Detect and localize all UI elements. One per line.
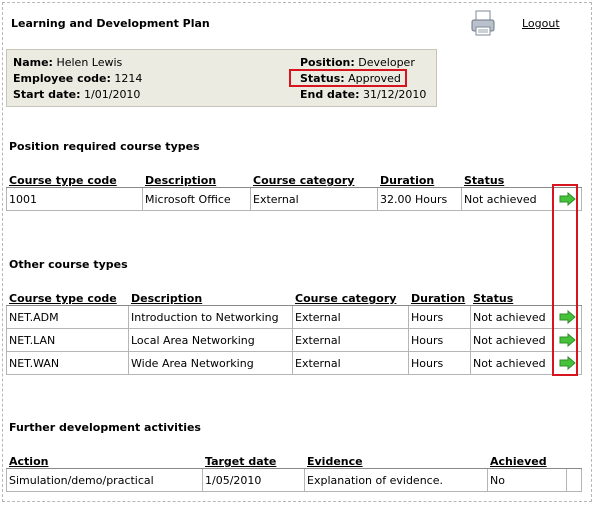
table-row: Simulation/demo/practical 1/05/2010 Expl… [6, 468, 582, 492]
column-header[interactable]: Course category [250, 164, 378, 188]
course-code-cell: 1001 [6, 187, 143, 211]
column-header[interactable]: Achieved [487, 445, 567, 469]
column-header-blank [566, 445, 582, 469]
course-code-cell: NET.LAN [6, 328, 129, 352]
table-row: NET.ADM Introduction to Networking Exter… [6, 305, 582, 329]
table-row: NET.WAN Wide Area Networking External Ho… [6, 351, 582, 375]
position-value: Developer [358, 56, 415, 69]
logout-link[interactable]: Logout [522, 17, 560, 30]
column-header[interactable]: Description [128, 282, 293, 306]
column-header[interactable]: Duration [377, 164, 462, 188]
table-header-row: Course type code Description Course cate… [6, 282, 582, 306]
table-header-row: Course type code Description Course cate… [6, 164, 582, 188]
employee-code-row: Employee code: 1214 [13, 72, 142, 85]
column-header[interactable]: Evidence [304, 445, 488, 469]
course-code-cell: NET.ADM [6, 305, 129, 329]
start-date-value: 1/01/2010 [84, 88, 141, 101]
name-value: Helen Lewis [56, 56, 123, 69]
duration-cell: Hours [408, 305, 471, 329]
evidence-cell: Explanation of evidence. [304, 468, 488, 492]
status-cell: Not achieved [470, 328, 553, 352]
category-cell: External [292, 328, 409, 352]
column-header[interactable]: Target date [202, 445, 305, 469]
achieved-cell: No [487, 468, 567, 492]
further-section-title: Further development activities [9, 421, 201, 434]
end-date-row: End date: 31/12/2010 [300, 88, 426, 101]
status-highlight [289, 69, 407, 87]
status-cell: Not achieved [470, 305, 553, 329]
table-header-row: Action Target date Evidence Achieved [6, 445, 582, 469]
category-cell: External [292, 305, 409, 329]
action-cell: Simulation/demo/practical [6, 468, 203, 492]
column-header[interactable]: Duration [408, 282, 471, 306]
start-date-row: Start date: 1/01/2010 [13, 88, 140, 101]
printer-icon[interactable] [470, 9, 496, 37]
course-code-cell: NET.WAN [6, 351, 129, 375]
column-header[interactable]: Action [6, 445, 203, 469]
category-cell: External [250, 187, 378, 211]
other-section-title: Other course types [9, 258, 128, 271]
required-courses-table: Course type code Description Course cate… [6, 164, 582, 211]
column-header[interactable]: Description [142, 164, 251, 188]
name-label: Name: [13, 56, 53, 69]
name-row: Name: Helen Lewis [13, 56, 122, 69]
end-date-label: End date: [300, 88, 360, 101]
column-header[interactable]: Status [470, 282, 553, 306]
column-header[interactable]: Status [461, 164, 553, 188]
description-cell: Microsoft Office [142, 187, 251, 211]
status-cell: Not achieved [461, 187, 553, 211]
column-header[interactable]: Course type code [6, 282, 129, 306]
duration-cell: 32.00 Hours [377, 187, 462, 211]
start-date-label: Start date: [13, 88, 81, 101]
arrows-highlight [552, 184, 578, 376]
end-date-value: 31/12/2010 [362, 88, 427, 101]
employee-code-label: Employee code: [13, 72, 111, 85]
position-label: Position: [300, 56, 355, 69]
required-section-title: Position required course types [9, 140, 200, 153]
description-cell: Wide Area Networking [128, 351, 293, 375]
position-row: Position: Developer [300, 56, 415, 69]
status-cell: Not achieved [470, 351, 553, 375]
duration-cell: Hours [408, 328, 471, 352]
blank-cell [566, 468, 582, 492]
category-cell: External [292, 351, 409, 375]
employee-code-value: 1214 [114, 72, 143, 85]
further-activities-table: Action Target date Evidence Achieved Sim… [6, 445, 582, 492]
table-row: 1001 Microsoft Office External 32.00 Hou… [6, 187, 582, 211]
target-date-cell: 1/05/2010 [202, 468, 305, 492]
duration-cell: Hours [408, 351, 471, 375]
column-header[interactable]: Course type code [6, 164, 143, 188]
table-row: NET.LAN Local Area Networking External H… [6, 328, 582, 352]
description-cell: Local Area Networking [128, 328, 293, 352]
description-cell: Introduction to Networking [128, 305, 293, 329]
column-header[interactable]: Course category [292, 282, 409, 306]
other-courses-table: Course type code Description Course cate… [6, 282, 582, 375]
page-title: Learning and Development Plan [11, 17, 210, 30]
